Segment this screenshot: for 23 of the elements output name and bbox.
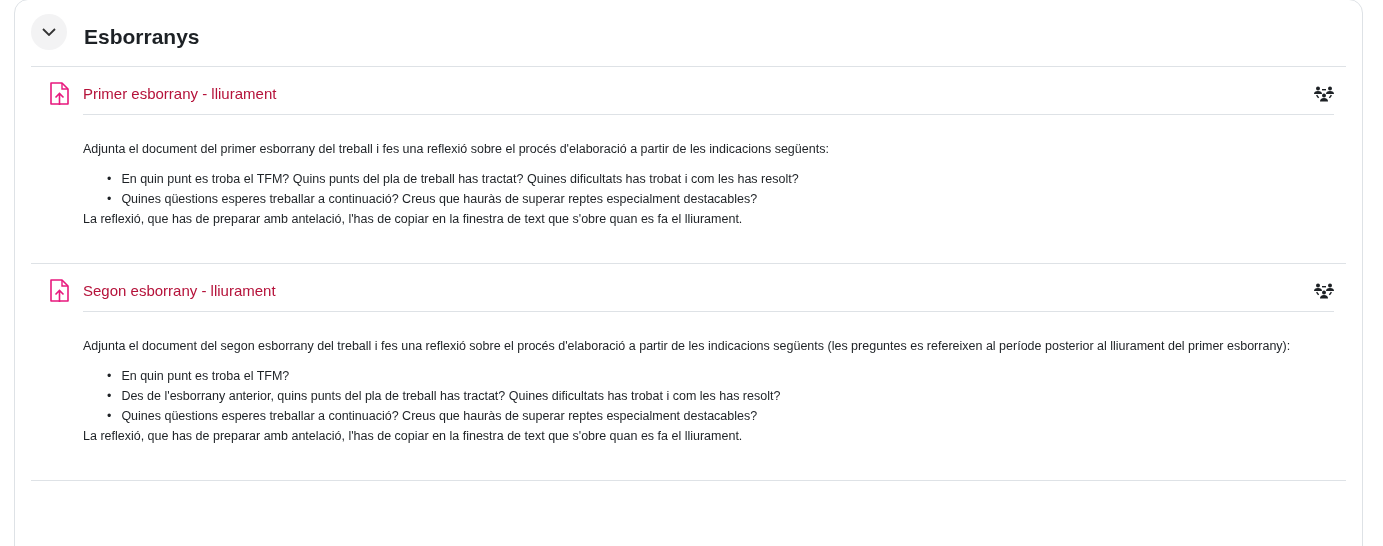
section-title: Esborranys xyxy=(84,25,200,49)
bullet-mark: • xyxy=(107,171,112,188)
group-icon xyxy=(1314,85,1334,102)
activity-description: Adjunta el document del segon esborrany del treball i fes una reflexió sobre el procés d'elaboració a partir de les indicacions següents (les preguntes es refereixen al període posterior al lliurament del primer esborrany): xyxy=(83,338,1292,355)
list-item: Quines qüestions esperes treballar a continuació? Creus que hauràs de superar reptes especialment destacables? xyxy=(121,408,758,425)
chevron-icon xyxy=(42,28,56,36)
bullet-mark: • xyxy=(107,408,112,425)
bullet-mark: • xyxy=(107,368,112,385)
activity-note: La reflexió, que has de preparar amb antelació, l'has de copiar en la finestra de text que s'obre quan es fa el lliurament. xyxy=(83,211,744,228)
collapse-button[interactable] xyxy=(31,14,67,50)
list-item: En quin punt es troba el TFM? xyxy=(121,368,290,385)
file-upload-icon xyxy=(49,279,69,303)
activity-link[interactable]: Segon esborrany - lliurament xyxy=(83,282,276,299)
activity-description: Adjunta el document del primer esborrany del treball i fes una reflexió sobre el procés d'elaboració a partir de les indicacions següents: xyxy=(83,141,830,158)
bullet-mark: • xyxy=(107,388,112,405)
list-item: Quines qüestions esperes treballar a continuació? Creus que hauràs de superar reptes especialment destacables? xyxy=(121,191,758,208)
activity-note: La reflexió, que has de preparar amb antelació, l'has de copiar en la finestra de text que s'obre quan es fa el lliurament. xyxy=(83,428,744,445)
group-icon xyxy=(1314,282,1334,299)
list-item: En quin punt es troba el TFM? Quins punts del pla de treball has tractat? Quines dificultats has trobat i com les has resolt? xyxy=(121,171,799,188)
file-upload-icon xyxy=(49,82,69,106)
activity-link[interactable]: Primer esborrany - lliurament xyxy=(83,85,277,102)
list-item: Des de l'esborrany anterior, quins punts del pla de treball has tractat? Quines dificultats has trobat i com les has resolt? xyxy=(121,388,781,405)
bullet-mark: • xyxy=(107,191,112,208)
